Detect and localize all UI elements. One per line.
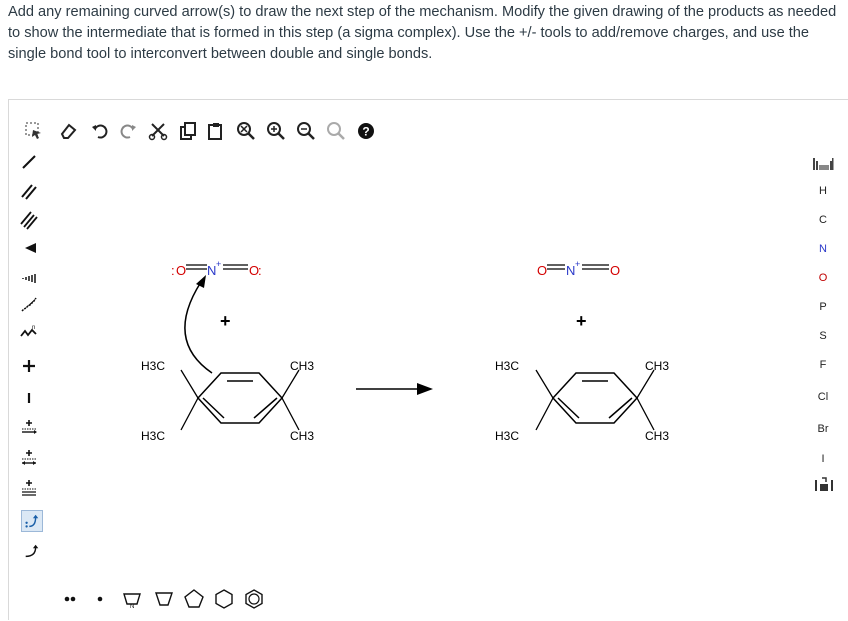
left-sub-bond-4 [281,397,300,431]
minus-charge-icon[interactable] [17,386,41,410]
right-sub-bond-4 [636,397,655,431]
cyclopropane-icon[interactable] [151,586,177,612]
zoom-in-icon[interactable] [265,120,287,142]
zoom-fit-icon[interactable] [235,120,257,142]
redo-icon[interactable] [117,120,139,142]
paste-icon[interactable] [205,120,227,142]
no2-right-n: N [566,263,575,278]
plus-minus-arrow-icon[interactable] [17,416,41,440]
zoom-out-icon[interactable] [295,120,317,142]
single-bond-icon[interactable] [17,150,41,174]
electron-pair-arrow-icon[interactable] [17,446,41,470]
svg-text:n: n [32,325,35,331]
curved-arrow-head [196,275,206,288]
no2-left-o1: O [176,263,186,278]
element-Br[interactable]: Br [808,418,838,440]
element-S[interactable]: S [808,325,838,347]
question-text: Add any remaining curved arrow(s) to dra… [8,4,837,62]
right-sub-bond-1 [535,369,554,399]
right-product: O N + O + H3C CH3 H3C CH3 [495,259,669,443]
undo-icon[interactable] [89,120,111,142]
no2-right-o1: O [537,263,547,278]
wavy-bond-icon[interactable] [17,292,41,316]
right-sub-bond-2 [636,369,655,399]
hash-bond-icon[interactable] [17,264,41,288]
radical-icon[interactable] [89,588,111,610]
no2-left-n: N [207,263,216,278]
left-toolbar: n [9,100,49,621]
plus-charge-icon[interactable] [17,354,41,378]
svg-text:?: ? [362,125,369,139]
element-N[interactable]: N [808,238,838,260]
no2-lone-pairs-left: : [171,263,175,278]
curved-arrow-single-icon[interactable] [21,540,43,562]
left-h3c-top: H3C [141,359,165,373]
chemical-editor[interactable]: ? n H C N O P S F Cl Br I: O N + O: + … [8,99,848,620]
eraser-icon[interactable] [57,120,79,142]
lone-pair-icon[interactable] [59,588,81,610]
svg-text:N: N [130,604,134,610]
right-toolbar: H C N O P S F Cl Br I [802,100,848,621]
no2-left-n-charge: + [216,259,221,269]
left-benzene-double-bonds [202,380,278,419]
triple-bond-icon[interactable] [17,208,41,232]
wedge-bond-icon[interactable] [17,236,41,260]
copy-icon[interactable] [177,120,199,142]
left-sub-bond-3 [180,397,199,431]
bottom-toolbar: N [9,580,848,620]
right-h3c-bottom: H3C [495,429,519,443]
no2-left-bond-2 [223,264,248,270]
help-icon[interactable]: ? [355,120,377,142]
reaction-arrow-head [417,383,433,395]
element-P[interactable]: P [808,296,838,318]
curved-arrow-pair-icon[interactable] [21,510,43,532]
left-sub-bond-2 [281,369,300,399]
element-I[interactable]: I [808,448,838,470]
drawing-canvas[interactable]: : O N + O : + H3C CH3 H3C CH3 O N + O + … [49,160,803,581]
right-plus: + [576,311,587,331]
left-reactant: : O N + O : + H3C CH3 H3C CH3 [141,259,314,443]
top-toolbar: ? [9,100,848,160]
cut-icon[interactable] [147,120,169,142]
no2-right-n-charge: + [575,259,580,269]
cyclohexane-icon[interactable] [211,586,237,612]
left-ch3-top: CH3 [290,359,314,373]
periodic-table-icon[interactable] [810,154,836,174]
no2-right-bond-1 [547,264,565,270]
element-Cl[interactable]: Cl [808,386,838,408]
right-sub-bond-3 [535,397,554,431]
no2-left-bond-1 [186,264,207,270]
benzene-icon[interactable] [241,586,267,612]
right-ch3-top: CH3 [645,359,669,373]
element-O[interactable]: O [808,267,838,289]
clean-icon[interactable] [325,120,347,142]
left-plus: + [220,311,231,331]
chain-icon[interactable]: n [17,320,41,344]
left-sub-bond-1 [180,369,199,399]
double-bond-icon[interactable] [17,180,41,204]
element-C[interactable]: C [808,209,838,231]
left-ch3-bottom: CH3 [290,429,314,443]
pyrrole-icon[interactable]: N [119,586,145,612]
left-h3c-bottom: H3C [141,429,165,443]
right-h3c-top: H3C [495,359,519,373]
no2-right-o2: O [610,263,620,278]
curved-arrow[interactable] [184,281,213,374]
element-F[interactable]: F [808,354,838,376]
no2-lone-pairs-right: : [258,263,262,278]
radical-arrow-icon[interactable] [17,476,41,500]
element-H[interactable]: H [808,180,838,202]
no2-right-bond-2 [582,264,609,270]
right-ch3-bottom: CH3 [645,429,669,443]
cyclopentane-icon[interactable] [181,586,207,612]
template-icon[interactable] [812,474,836,496]
right-benzene-double-bonds [557,380,633,419]
